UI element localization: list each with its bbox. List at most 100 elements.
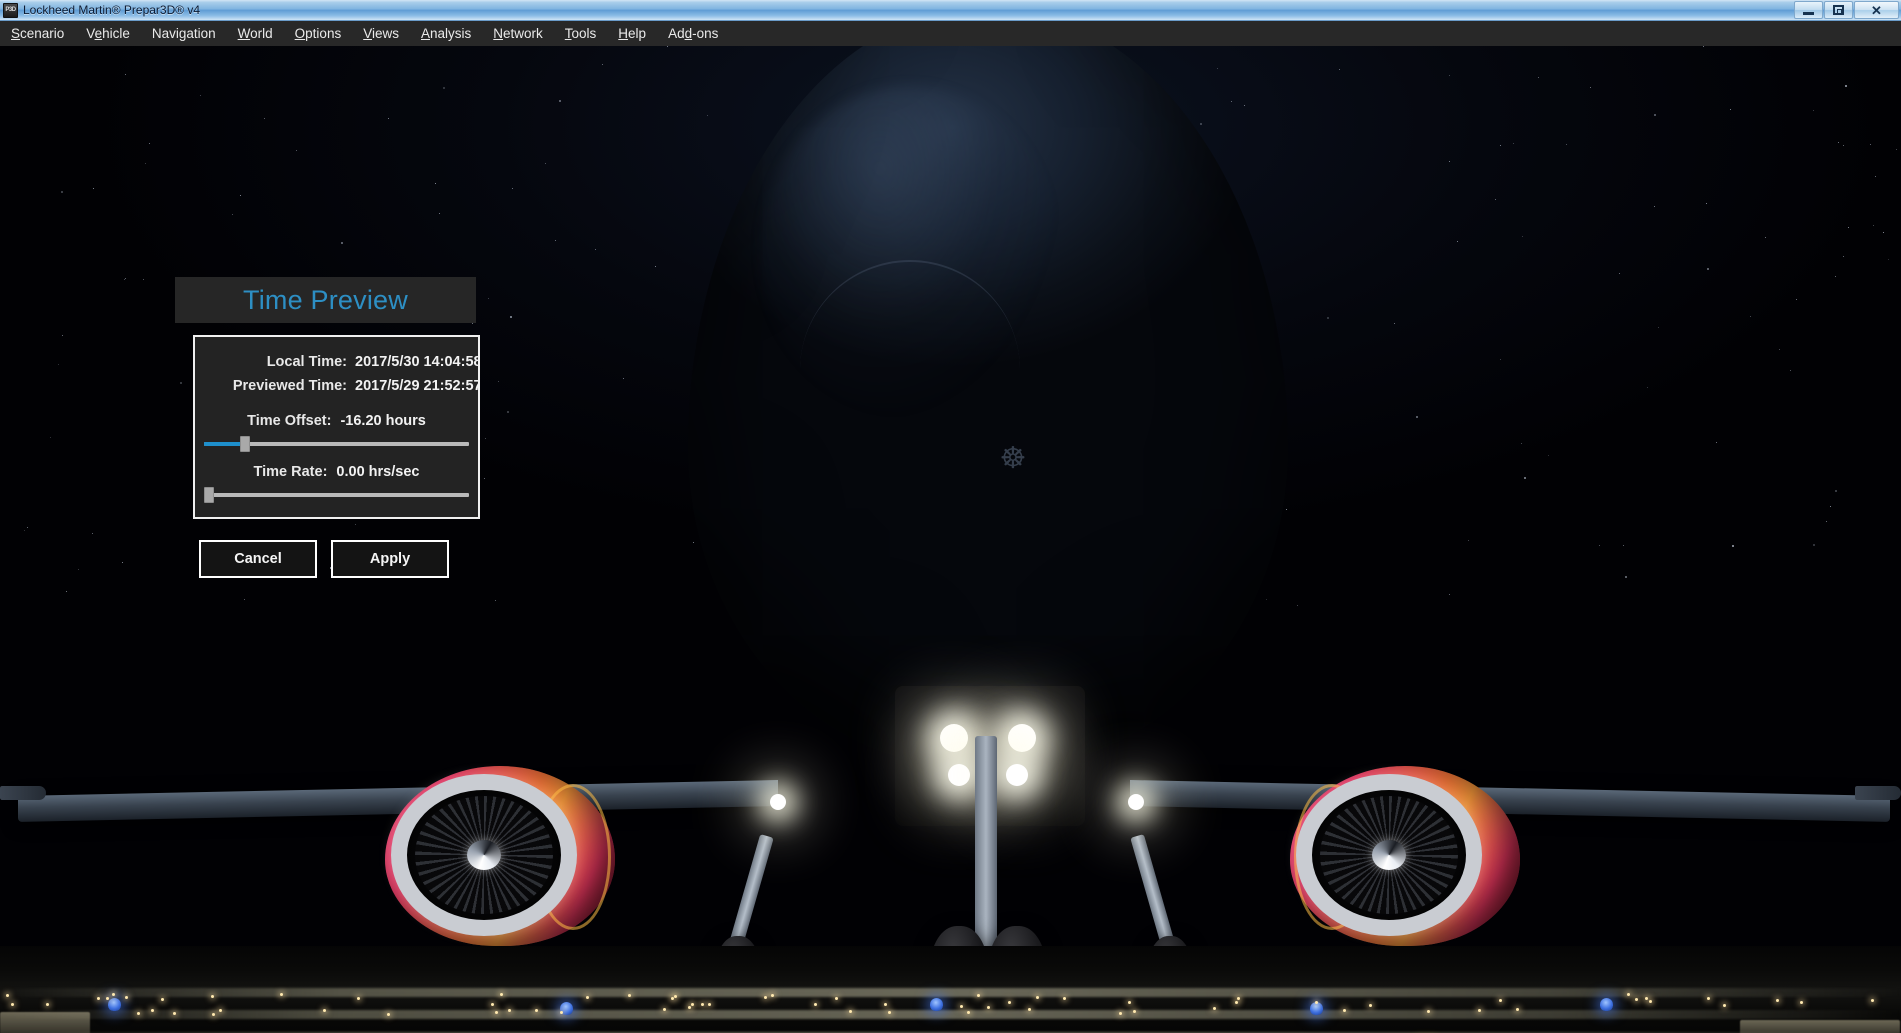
window-title: Lockheed Martin® Prepar3D® v4 (23, 3, 200, 17)
minimize-icon (1803, 12, 1814, 15)
distant-light (960, 1005, 963, 1008)
distant-light (888, 1011, 891, 1014)
distant-light (1028, 1008, 1031, 1011)
right-winglet (1855, 786, 1901, 800)
landing-light-lower-left (948, 764, 970, 786)
time-preview-dialog: Time Preview Local Time: 2017/5/30 14:04… (175, 277, 480, 578)
dialog-header: Time Preview (175, 277, 476, 323)
distant-light (663, 1008, 666, 1011)
distant-light (884, 1003, 887, 1006)
local-time-row: Local Time: 2017/5/30 14:04:58 2017/5 (195, 350, 478, 374)
left-wing-light (770, 794, 786, 810)
time-offset-value: -16.20 hours (340, 413, 425, 429)
distant-light (987, 1006, 990, 1009)
distant-light (357, 997, 360, 1000)
nose-gear-strut (975, 736, 997, 946)
distant-light (671, 997, 674, 1000)
app-icon: P3D (3, 3, 18, 18)
distant-light (1649, 1000, 1652, 1003)
time-rate-slider[interactable] (204, 487, 469, 503)
minimize-button[interactable] (1794, 1, 1823, 19)
right-wing-light (1128, 794, 1144, 810)
distant-light (46, 1003, 49, 1006)
distant-light (1008, 1001, 1011, 1004)
menu-item-tools[interactable]: Tools (554, 21, 608, 46)
cancel-button[interactable]: Cancel (199, 540, 317, 578)
distant-light (211, 995, 214, 998)
distant-light (173, 1012, 176, 1015)
menu-item-world[interactable]: World (227, 21, 284, 46)
distant-light (1516, 1008, 1519, 1011)
menu-item-navigation[interactable]: Navigation (141, 21, 227, 46)
fuselage-logo-icon: ☸ (990, 441, 1036, 483)
distant-light (137, 1012, 140, 1015)
menu-item-vehicle[interactable]: Vehicle (75, 21, 141, 46)
taxiway-light (930, 998, 943, 1011)
distant-light (1133, 1010, 1136, 1013)
runway-edge-band-2 (0, 1010, 1901, 1019)
distant-light (771, 994, 774, 997)
time-offset-thumb[interactable] (240, 436, 250, 452)
main-menubar: ScenarioVehicleNavigationWorldOptionsVie… (0, 21, 1901, 46)
distant-light (219, 1009, 222, 1012)
distant-light (491, 1003, 494, 1006)
distant-light (1707, 997, 1710, 1000)
menu-item-options[interactable]: Options (284, 21, 353, 46)
left-engine (385, 766, 615, 946)
dialog-panel: Local Time: 2017/5/30 14:04:58 2017/5 Pr… (193, 335, 480, 519)
distant-light (849, 1010, 852, 1013)
terminal-building-left (0, 1012, 90, 1033)
left-engine-spinner (467, 840, 501, 870)
distant-light (508, 1009, 511, 1012)
landing-light-lower-right (1006, 764, 1028, 786)
distant-light (560, 1011, 563, 1014)
menu-item-scenario[interactable]: Scenario (0, 21, 75, 46)
taxiway-light (108, 998, 121, 1011)
distant-light (1369, 1004, 1372, 1007)
airport-ground (0, 946, 1901, 1033)
left-winglet (0, 786, 46, 800)
menu-item-network[interactable]: Network (482, 21, 554, 46)
restore-button[interactable] (1824, 1, 1853, 19)
menu-item-views[interactable]: Views (352, 21, 410, 46)
time-rate-value: 0.00 hrs/sec (336, 464, 419, 480)
distant-light (1213, 1007, 1216, 1010)
right-engine (1290, 766, 1520, 946)
menu-item-analysis[interactable]: Analysis (410, 21, 482, 46)
window-titlebar: P3D Lockheed Martin® Prepar3D® v4 ✕ (0, 0, 1901, 21)
close-button[interactable]: ✕ (1854, 1, 1899, 19)
close-icon: ✕ (1871, 4, 1882, 17)
distant-light (674, 995, 677, 998)
right-engine-spinner (1372, 840, 1406, 870)
distant-light (1776, 999, 1779, 1002)
menu-item-help[interactable]: Help (607, 21, 657, 46)
time-rate-thumb[interactable] (204, 487, 214, 503)
restore-icon (1833, 5, 1844, 15)
local-time-value: 2017/5/30 14:04:58 (355, 354, 480, 370)
landing-light-upper-left (940, 724, 968, 752)
taxiway-light (1600, 998, 1613, 1011)
time-rate-track[interactable] (204, 493, 469, 497)
panel-spacer (195, 398, 478, 410)
dialog-title: Time Preview (243, 285, 408, 316)
previewed-time-value: 2017/5/29 21:52:57 (355, 378, 480, 394)
prepar3d-window: ☸ (0, 0, 1901, 1033)
apply-button[interactable]: Apply (331, 540, 449, 578)
distant-light (161, 998, 164, 1001)
terminal-building-right (1740, 1020, 1900, 1033)
distant-light (212, 1013, 215, 1016)
time-offset-fill (204, 442, 241, 446)
runway-edge-band-1 (0, 988, 1901, 997)
dialog-button-row: Cancel Apply (199, 540, 480, 578)
distant-light (701, 1003, 704, 1006)
distant-light (1343, 1009, 1346, 1012)
time-rate-label: Time Rate: (254, 464, 337, 480)
time-offset-row: Time Offset: -16.20 hours (195, 410, 478, 431)
time-offset-label: Time Offset: (247, 413, 340, 429)
menu-item-add-ons[interactable]: Add-ons (657, 21, 729, 46)
distant-light (764, 996, 767, 999)
time-offset-slider[interactable] (204, 436, 469, 452)
landing-light-upper-right (1008, 724, 1036, 752)
local-time-label: Local Time: (195, 354, 355, 370)
time-rate-row: Time Rate: 0.00 hrs/sec (195, 461, 478, 482)
